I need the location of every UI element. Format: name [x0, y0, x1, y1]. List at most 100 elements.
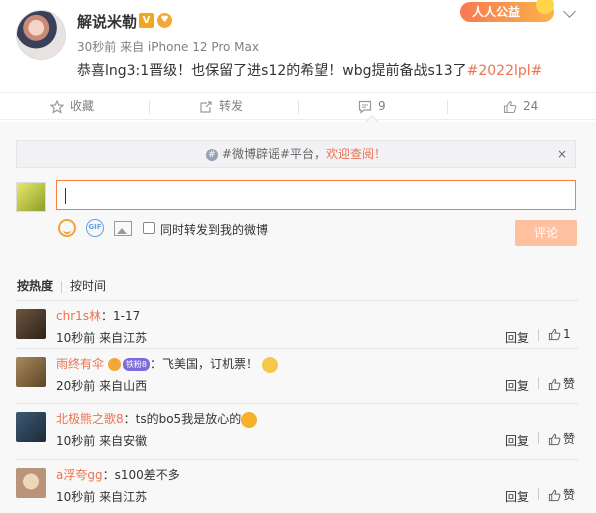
image-icon[interactable] [114, 221, 132, 236]
thumbs-up-icon [503, 100, 517, 113]
chevron-down-icon[interactable] [563, 6, 577, 20]
verified-icon: V [139, 13, 154, 28]
comment-body: ：1-17 [101, 309, 141, 323]
commenter-name[interactable]: a浮夸gg [56, 468, 103, 482]
divider [447, 100, 448, 114]
thumbs-up-icon [548, 489, 561, 502]
repost-icon [200, 100, 212, 113]
fan-badge: 铁粉8 [122, 358, 150, 371]
comment-panel: # #微博辟谣#平台，欢迎查阅！ × GIF 同时转发到我的微博 评论 按热度 按时… [0, 122, 596, 513]
reply-button[interactable]: 回复 [505, 432, 529, 449]
commenter-avatar[interactable] [16, 468, 46, 498]
like-button[interactable]: 24 [503, 93, 538, 119]
heart-badge-icon: ♥ [157, 13, 172, 28]
fan-heart-icon [107, 358, 121, 371]
comment-time: 10秒前 [56, 490, 96, 504]
repost-label: 转发 [219, 99, 244, 113]
divider [538, 377, 539, 389]
repost-button[interactable]: 转发 [199, 93, 243, 119]
laughing-emoji-icon [241, 411, 258, 428]
divider [538, 488, 539, 500]
author-avatar[interactable] [16, 10, 66, 60]
divider [298, 100, 299, 114]
comment-count: 9 [378, 99, 386, 113]
reply-button[interactable]: 回复 [505, 329, 529, 346]
weibo-post: 解说米勒 V ♥ 30秒前 来自 iPhone 12 Pro Max 恭喜lng… [0, 0, 596, 92]
thumbs-up-icon [548, 328, 561, 341]
commenter-name[interactable]: 雨终有伞 [56, 357, 104, 371]
comment-like-count: 1 [563, 327, 571, 341]
close-icon[interactable]: × [557, 141, 567, 167]
like-count: 24 [523, 99, 539, 113]
comment-text: a浮夸gg：s100差不多 [56, 466, 180, 483]
comment-like-button[interactable]: 赞 [548, 375, 575, 392]
hashtag-icon: # [205, 148, 218, 161]
comment-source: 来自江苏 [99, 490, 148, 504]
current-user-avatar [16, 182, 46, 212]
favorite-button[interactable]: 收藏 [50, 93, 94, 119]
submit-comment-button[interactable]: 评论 [515, 220, 577, 246]
commenter-name[interactable]: 北极熊之歌8 [56, 412, 124, 426]
comment-like-count: 赞 [563, 432, 576, 446]
reply-button[interactable]: 回复 [505, 488, 529, 505]
thumbs-up-icon [548, 433, 561, 446]
repost-checkbox[interactable] [143, 222, 155, 234]
comment-item: a浮夸gg：s100差不多 10秒前 来自江苏 回复 赞 [16, 459, 578, 513]
comment-icon [358, 100, 372, 114]
post-content: 恭喜lng3:1晋级！也保留了进s12的希望！wbg提前备战s13了#2022l… [77, 60, 542, 80]
comment-time: 10秒前 [56, 331, 96, 345]
comment-text: 北极熊之歌8：ts的bo5我是放心的 [56, 410, 258, 428]
favorite-label: 收藏 [70, 99, 95, 113]
divider [61, 280, 63, 293]
hashtag-link[interactable]: #2022lpl# [467, 63, 543, 79]
post-text: 恭喜lng3:1晋级！也保留了进s12的希望！wbg提前备战s13了 [77, 63, 467, 79]
emoji-icon[interactable] [58, 219, 76, 237]
comment-source: 来自江苏 [99, 331, 148, 345]
notice-link[interactable]: 欢迎查阅！ [326, 147, 386, 161]
divider [538, 432, 539, 444]
comment-like-button[interactable]: 赞 [548, 430, 575, 447]
commenter-avatar[interactable] [16, 357, 46, 387]
comment-item: 北极熊之歌8：ts的bo5我是放心的 10秒前 来自安徽 回复 赞 [16, 403, 578, 459]
post-source: 来自 iPhone 12 Pro Max [120, 40, 259, 54]
comment-meta: 10秒前 来自江苏 [56, 329, 147, 346]
commenter-avatar[interactable] [16, 309, 46, 339]
notice-text: #微博辟谣#平台， [221, 147, 327, 161]
comment-like-count: 赞 [563, 377, 576, 391]
divider [149, 100, 150, 114]
sort-tabs: 按热度 按时间 [17, 277, 106, 294]
comment-source: 来自安徽 [99, 434, 148, 448]
comment-body: ：s100差不多 [102, 468, 180, 482]
post-meta: 30秒前 来自 iPhone 12 Pro Max [77, 38, 259, 55]
comment-meta: 10秒前 来自安徽 [56, 432, 147, 449]
comment-body: ：ts的bo5我是放心的 [123, 412, 242, 426]
comment-meta: 10秒前 来自江苏 [56, 488, 147, 505]
reply-button[interactable]: 回复 [505, 377, 529, 394]
doge-emoji-icon [261, 356, 278, 373]
comment-body: ：飞美国，订机票！ [149, 357, 258, 371]
comment-like-button[interactable]: 1 [548, 327, 571, 341]
tab-by-popularity[interactable]: 按热度 [17, 279, 53, 293]
comment-input[interactable] [56, 180, 576, 210]
thumbs-up-icon [548, 378, 561, 391]
commenter-name[interactable]: chr1s林 [56, 309, 101, 323]
rumor-notice: # #微博辟谣#平台，欢迎查阅！ × [16, 140, 576, 168]
tab-by-time[interactable]: 按时间 [70, 279, 106, 293]
comment-text: 雨终有伞 铁粉8 ：飞美国，订机票！ [56, 355, 278, 373]
author-name[interactable]: 解说米勒 [77, 11, 137, 32]
gif-icon[interactable]: GIF [86, 219, 104, 237]
comment-like-count: 赞 [563, 488, 576, 502]
comment-item: 雨终有伞 铁粉8 ：飞美国，订机票！ 20秒前 来自山西 回复 赞 [16, 348, 578, 404]
repost-checkbox-label[interactable]: 同时转发到我的微博 [160, 221, 268, 238]
text-caret [65, 188, 66, 204]
divider [538, 329, 539, 341]
post-time[interactable]: 30秒前 [77, 40, 116, 54]
comment-source: 来自山西 [99, 379, 148, 393]
comment-time: 20秒前 [56, 379, 96, 393]
comment-like-button[interactable]: 赞 [548, 486, 575, 503]
star-icon [50, 99, 64, 114]
comment-time: 10秒前 [56, 434, 96, 448]
comment-meta: 20秒前 来自山西 [56, 377, 147, 394]
commenter-avatar[interactable] [16, 412, 46, 442]
post-action-bar: 收藏 转发 9 24 [0, 92, 596, 120]
